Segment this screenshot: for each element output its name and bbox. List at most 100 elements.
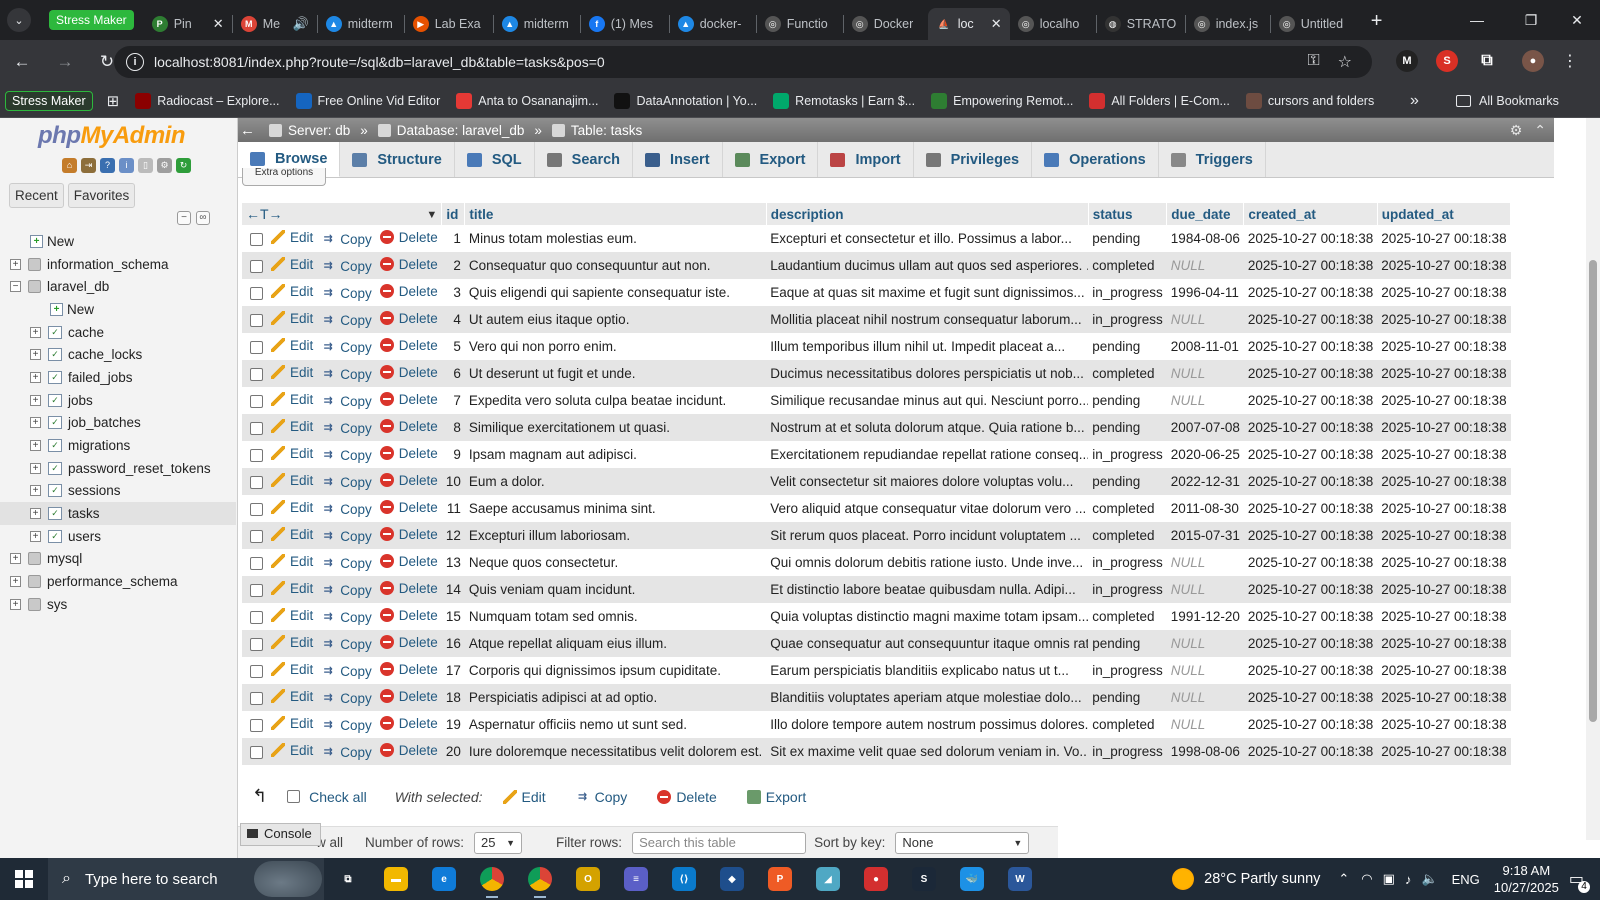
expand-toggle-icon[interactable]: + — [10, 258, 21, 270]
cell-status[interactable]: in_progress — [1088, 279, 1167, 306]
row-delete-button[interactable]: Delete — [379, 662, 438, 677]
tab-triggers[interactable]: Triggers — [1159, 142, 1266, 177]
cell-title[interactable]: Atque repellat aliquam eius illum. — [464, 630, 767, 657]
cell-status[interactable]: pending — [1088, 333, 1167, 360]
bookmark-item[interactable]: Radiocast – Explore... — [135, 92, 280, 109]
minimize-button[interactable]: — — [1454, 0, 1500, 40]
cell-id[interactable]: 7 — [442, 387, 465, 414]
cell-title[interactable]: Vero qui non porro enim. — [465, 333, 766, 360]
row-copy-button[interactable]: ⇉ Copy — [321, 367, 372, 382]
cell-updated-at[interactable]: 2025-10-27 00:18:38 — [1377, 252, 1511, 279]
cell-status[interactable]: completed — [1088, 522, 1167, 549]
row-checkbox[interactable] — [250, 664, 263, 678]
cell-created-at[interactable]: 2025-10-27 00:18:38 — [1243, 414, 1378, 441]
docs-icon[interactable]: ? — [100, 158, 115, 173]
tree-node-performance-schema[interactable]: + performance_schema — [0, 570, 236, 593]
cell-description[interactable]: Sit ex maxime velit quae sed dolorum ven… — [766, 738, 1089, 765]
row-edit-button[interactable]: Edit — [271, 365, 313, 380]
cell-id[interactable]: 4 — [441, 306, 465, 333]
clock[interactable]: 9:18 AM 10/27/2025 — [1494, 862, 1559, 896]
cell-updated-at[interactable]: 2025-10-27 00:18:38 — [1377, 441, 1510, 468]
cell-description[interactable]: Vero aliquid atque consequatur vitae dol… — [766, 495, 1088, 522]
taskbar-file-explorer[interactable]: ▬ — [372, 858, 420, 900]
cell-created-at[interactable]: 2025-10-27 00:18:38 — [1244, 711, 1377, 738]
cell-created-at[interactable]: 2025-10-27 00:18:38 — [1244, 441, 1377, 468]
cell-title[interactable]: Neque quos consectetur. — [465, 549, 766, 576]
expand-toggle-icon[interactable]: + — [10, 553, 21, 565]
row-delete-button[interactable]: Delete — [379, 365, 438, 380]
cell-status[interactable]: in_progress — [1088, 549, 1167, 576]
page-settings-gear-icon[interactable]: ⚙ — [1510, 122, 1523, 139]
cell-description[interactable]: Velit consectetur sit maiores dolore vol… — [766, 468, 1089, 495]
taskbar-word[interactable]: W — [996, 858, 1044, 900]
row-copy-button[interactable]: ⇉ Copy — [321, 610, 372, 625]
input-language[interactable]: ENG — [1452, 872, 1480, 887]
collapse-nav-arrow-icon[interactable]: ← — [240, 122, 255, 139]
browser-tab[interactable]: ▲ midterm — [494, 8, 580, 40]
cell-description[interactable]: Eaque at quas sit maxime et fugit sunt d… — [766, 279, 1088, 306]
new-tab-button[interactable]: + — [1371, 10, 1383, 33]
row-edit-button[interactable]: Edit — [271, 473, 313, 488]
cell-due-date[interactable]: 2011-08-30 — [1167, 495, 1244, 522]
cell-status[interactable]: completed — [1088, 711, 1167, 738]
row-copy-button[interactable]: ⇉ Copy — [321, 691, 372, 706]
cell-description[interactable]: Laudantium ducimus ullam aut quos sed as… — [766, 252, 1089, 279]
link-with-main-icon[interactable]: ∞ — [196, 211, 210, 225]
notifications-button[interactable]: ▭ 4 — [1569, 869, 1590, 893]
expand-toggle-icon[interactable]: + — [30, 440, 41, 452]
cell-due-date[interactable]: NULL — [1166, 306, 1244, 333]
cell-status[interactable]: pending — [1088, 630, 1167, 657]
expand-toggle-icon[interactable]: + — [10, 576, 21, 588]
cell-status[interactable]: in_progress — [1088, 657, 1167, 684]
row-delete-button[interactable]: Delete — [379, 230, 438, 245]
cell-due-date[interactable]: 2022-12-31 — [1166, 468, 1244, 495]
reload-nav-icon[interactable]: ↻ — [176, 158, 191, 173]
tree-node-failed-jobs[interactable]: + ✓ failed_jobs — [0, 366, 236, 389]
column-resize-controls[interactable]: ←T→ ▼ — [242, 203, 443, 225]
show-hidden-icons-chevron-icon[interactable]: ⌃ — [1338, 871, 1349, 887]
cell-created-at[interactable]: 2025-10-27 00:18:38 — [1244, 549, 1377, 576]
cell-id[interactable]: 17 — [442, 657, 465, 684]
cell-updated-at[interactable]: 2025-10-27 00:18:38 — [1377, 333, 1510, 360]
tab-import[interactable]: Import — [818, 142, 914, 177]
row-delete-button[interactable]: Delete — [379, 338, 438, 353]
volume-icon[interactable]: 🔈 — [1421, 871, 1437, 887]
browser-tab[interactable]: f (1) Mes — [581, 8, 669, 40]
tree-node-cache[interactable]: + ✓ cache — [0, 321, 236, 344]
row-delete-button[interactable]: Delete — [379, 473, 438, 488]
browser-menu-icon[interactable]: ⋮ — [1562, 51, 1578, 71]
cell-id[interactable]: 5 — [442, 333, 465, 360]
cell-created-at[interactable]: 2025-10-27 00:18:38 — [1243, 306, 1378, 333]
phpmyadmin-logo[interactable]: phpMyAdmin — [38, 122, 185, 150]
row-copy-button[interactable]: ⇉ Copy — [321, 529, 372, 544]
cell-description[interactable]: Illo dolore tempore autem nostrum possim… — [766, 711, 1088, 738]
tree-node-cache-locks[interactable]: + ✓ cache_locks — [0, 343, 236, 366]
camera-icon[interactable]: ▣ — [1383, 871, 1395, 887]
site-info-icon[interactable]: i — [126, 53, 144, 71]
microphone-icon[interactable]: ♪ — [1405, 872, 1412, 887]
cell-status[interactable]: in_progress — [1088, 576, 1167, 603]
column-header-description[interactable]: description — [766, 203, 1089, 225]
tree-node-laravel-db[interactable]: − laravel_db — [0, 275, 236, 298]
cell-id[interactable]: 13 — [442, 549, 465, 576]
row-delete-button[interactable]: Delete — [379, 689, 438, 704]
row-delete-button[interactable]: Delete — [379, 311, 438, 326]
row-edit-button[interactable]: Edit — [271, 500, 313, 515]
row-edit-button[interactable]: Edit — [271, 635, 313, 650]
browser-tab[interactable]: ⛵ loc ✕ — [927, 8, 1010, 40]
cell-created-at[interactable]: 2025-10-27 00:18:38 — [1243, 360, 1378, 387]
cell-updated-at[interactable]: 2025-10-27 00:18:38 — [1377, 711, 1510, 738]
browser-tab[interactable]: ◎ Docker — [844, 8, 928, 40]
check-all-label[interactable]: Check all — [309, 789, 367, 805]
collapse-all-icon[interactable]: − — [177, 211, 191, 225]
cell-created-at[interactable]: 2025-10-27 00:18:38 — [1244, 603, 1377, 630]
cell-updated-at[interactable]: 2025-10-27 00:18:38 — [1377, 738, 1511, 765]
row-checkbox[interactable] — [250, 610, 263, 624]
settings-gear-icon[interactable]: ⚙ — [157, 158, 172, 173]
cell-due-date[interactable]: NULL — [1167, 387, 1244, 414]
bookmark-item[interactable]: cursors and folders — [1245, 92, 1374, 109]
expand-toggle-icon[interactable]: + — [30, 485, 41, 497]
cell-id[interactable]: 10 — [441, 468, 465, 495]
taskbar-edge[interactable]: e — [420, 858, 468, 900]
cell-id[interactable]: 8 — [441, 414, 465, 441]
